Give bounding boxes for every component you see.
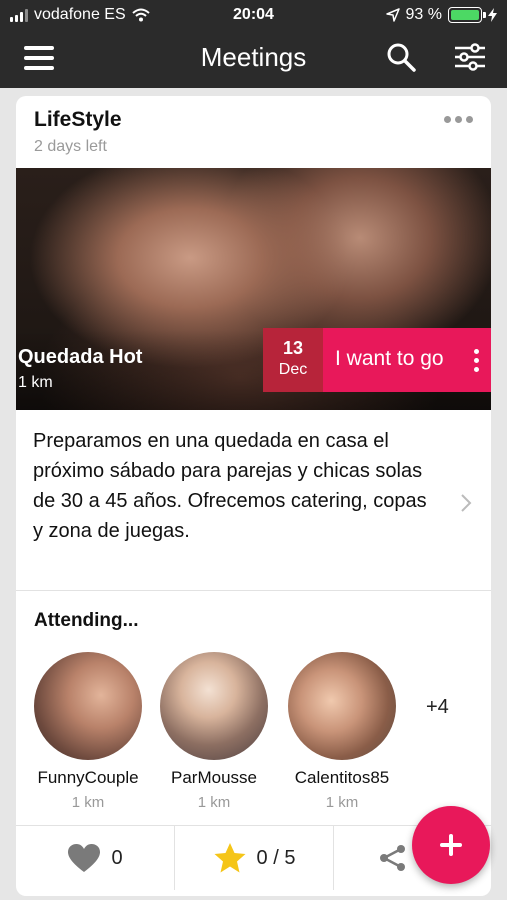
meeting-name: Quedada Hot xyxy=(18,346,143,368)
i-want-to-go-button[interactable]: I want to go xyxy=(323,328,491,392)
vertical-dots-icon[interactable] xyxy=(474,349,479,372)
meeting-card: LifeStyle 2 days left Quedada Hot 1 km 1… xyxy=(16,96,491,896)
date-badge: 13 Dec xyxy=(263,328,323,392)
date-month: Dec xyxy=(278,361,308,378)
filter-sliders-icon[interactable] xyxy=(453,42,487,72)
attendee-name: Calentitos85 xyxy=(294,768,390,787)
meeting-photo[interactable]: Quedada Hot 1 km 13 Dec I want to go xyxy=(16,168,491,410)
attendee-name: ParMousse xyxy=(171,768,257,787)
i-want-to-go-label: I want to go xyxy=(335,347,444,370)
rating-value: 0 / 5 xyxy=(256,846,296,869)
charging-bolt-icon xyxy=(488,8,497,22)
app-bar: Meetings xyxy=(0,32,507,88)
avatar xyxy=(34,652,142,760)
add-meeting-button[interactable] xyxy=(412,806,490,884)
card-category: LifeStyle xyxy=(34,108,122,131)
divider xyxy=(16,590,491,591)
time-left: 2 days left xyxy=(34,138,107,155)
attending-title: Attending... xyxy=(34,610,139,631)
battery-percent: 93 % xyxy=(405,6,442,23)
page-title: Meetings xyxy=(200,42,307,72)
attendee[interactable]: FunnyCouple 1 km xyxy=(26,652,150,811)
date-day: 13 xyxy=(282,338,304,358)
meeting-distance: 1 km xyxy=(18,374,53,391)
attendee-distance: 1 km xyxy=(197,794,231,811)
more-attendees-count[interactable]: +4 xyxy=(426,696,449,719)
rating-button[interactable]: 0 / 5 xyxy=(175,826,333,890)
battery-icon xyxy=(448,7,486,23)
chevron-right-icon[interactable] xyxy=(459,491,473,515)
more-options-icon[interactable] xyxy=(444,116,473,123)
attendee[interactable]: Calentitos85 1 km xyxy=(280,652,404,811)
attendee-distance: 1 km xyxy=(71,794,105,811)
status-right: 93 % xyxy=(385,6,497,24)
likes-count: 0 xyxy=(111,846,123,869)
status-bar: vodafone ES 20:04 93 % xyxy=(0,0,507,32)
like-button[interactable]: 0 xyxy=(16,826,174,890)
meeting-description[interactable]: Preparamos en una quedada en casa el pró… xyxy=(33,426,433,546)
star-icon xyxy=(214,843,246,873)
search-icon[interactable] xyxy=(385,41,417,73)
avatar xyxy=(288,652,396,760)
attendee-name: FunnyCouple xyxy=(37,768,139,787)
attendee-distance: 1 km xyxy=(325,794,359,811)
location-arrow-icon xyxy=(385,8,400,22)
attendee[interactable]: ParMousse 1 km xyxy=(152,652,276,811)
heart-icon xyxy=(68,844,101,872)
avatar xyxy=(160,652,268,760)
share-icon xyxy=(379,845,405,871)
top-bar: vodafone ES 20:04 93 % Meetings xyxy=(0,0,507,88)
